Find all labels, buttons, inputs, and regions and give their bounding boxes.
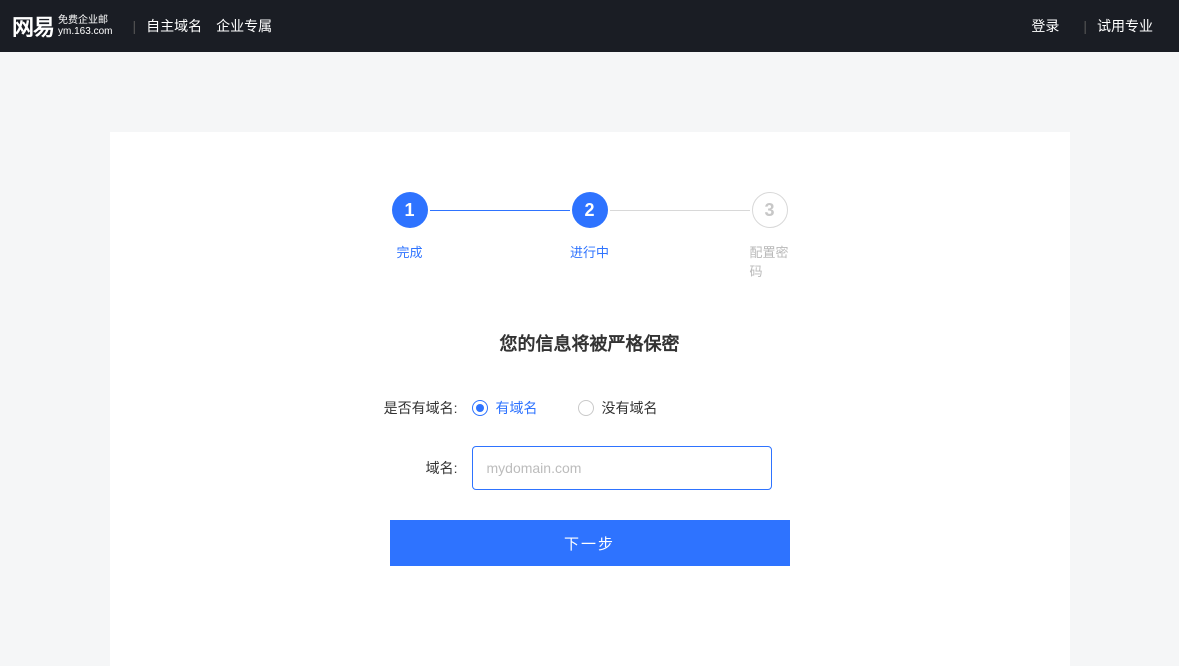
step-2-label: 进行中 bbox=[570, 242, 609, 261]
step-1: 1 完成 bbox=[390, 192, 430, 261]
step-line-2-3 bbox=[610, 210, 750, 211]
trial-link[interactable]: 试用专业 bbox=[1097, 16, 1153, 36]
logo-sub-line1: 免费企业邮 bbox=[58, 15, 112, 26]
domain-input[interactable] bbox=[472, 446, 772, 490]
domain-radio-group: 有域名 没有域名 bbox=[472, 398, 658, 418]
nav-domain[interactable]: 自主域名 bbox=[146, 16, 202, 36]
next-step-button[interactable]: 下一步 bbox=[390, 520, 790, 566]
login-link[interactable]: 登录 bbox=[1031, 16, 1059, 36]
domain-label: 域名: bbox=[370, 458, 458, 478]
step-3-label: 配置密码 bbox=[750, 242, 790, 280]
radio-has-domain[interactable]: 有域名 bbox=[472, 398, 538, 418]
radio-no-domain[interactable]: 没有域名 bbox=[578, 398, 658, 418]
step-3-circle: 3 bbox=[752, 192, 788, 228]
step-1-circle: 1 bbox=[392, 192, 428, 228]
step-2-circle: 2 bbox=[572, 192, 608, 228]
stepper: 1 完成 2 进行中 3 配置密码 bbox=[170, 192, 1010, 280]
step-2: 2 进行中 bbox=[570, 192, 610, 261]
has-domain-label: 是否有域名: bbox=[370, 398, 458, 418]
main-card: 1 完成 2 进行中 3 配置密码 您的信息将被严格保密 是否有域名: 有域名 … bbox=[110, 132, 1070, 666]
form-heading: 您的信息将被严格保密 bbox=[170, 330, 1010, 356]
radio-icon bbox=[578, 400, 594, 416]
step-1-label: 完成 bbox=[396, 242, 422, 261]
step-line-1-2 bbox=[430, 210, 570, 211]
logo-main: 网易 bbox=[12, 10, 54, 42]
has-domain-row: 是否有域名: 有域名 没有域名 bbox=[170, 398, 1010, 418]
radio-dot-icon bbox=[476, 404, 484, 412]
logo-subtext: 免费企业邮 ym.163.com bbox=[58, 15, 112, 37]
divider-icon: | bbox=[132, 18, 136, 34]
logo-sub-line2: ym.163.com bbox=[58, 26, 112, 37]
domain-input-row: 域名: bbox=[170, 446, 1010, 490]
divider-icon: | bbox=[1083, 18, 1087, 34]
radio-no-domain-label: 没有域名 bbox=[602, 398, 658, 418]
header-right: 登录 | 试用专业 bbox=[1031, 16, 1167, 36]
header-left: 网易 免费企业邮 ym.163.com | 自主域名 企业专属 bbox=[12, 10, 286, 42]
radio-has-domain-label: 有域名 bbox=[496, 398, 538, 418]
site-header: 网易 免费企业邮 ym.163.com | 自主域名 企业专属 登录 | 试用专… bbox=[0, 0, 1179, 52]
step-3: 3 配置密码 bbox=[750, 192, 790, 280]
radio-icon bbox=[472, 400, 488, 416]
nav-enterprise[interactable]: 企业专属 bbox=[216, 16, 272, 36]
